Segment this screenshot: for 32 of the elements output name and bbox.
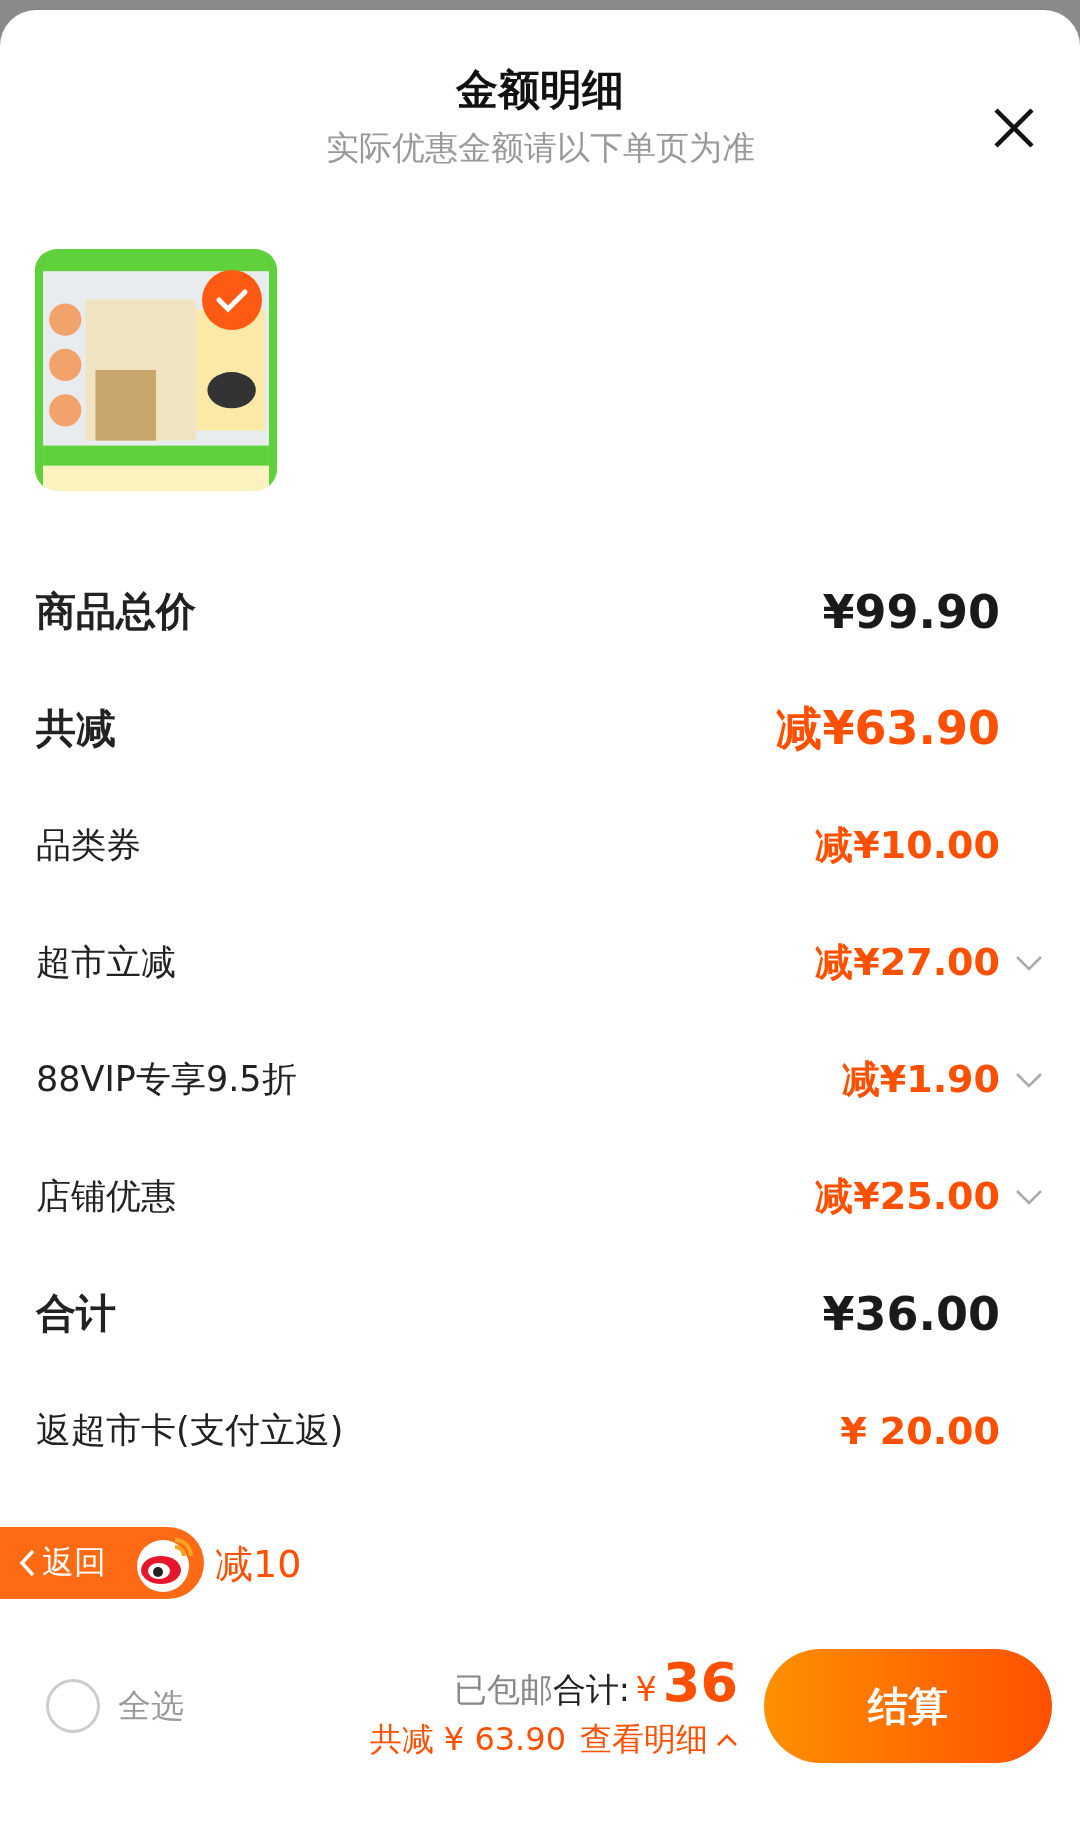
close-icon[interactable] [992,106,1036,150]
row-label: 超市立减 [36,941,177,984]
select-all-radio[interactable] [46,1679,100,1733]
row-label: 合计 [36,1289,117,1338]
row-label: 商品总价 [36,587,197,636]
discount-text: 共减 ¥ 63.90 [369,1718,566,1760]
row-amount: 减¥63.90 [776,699,1000,757]
caret-up-icon[interactable] [716,1732,738,1747]
row-amount: ¥36.00 [822,1286,1000,1341]
currency-sign: ¥ [635,1669,657,1709]
checkmark-icon[interactable] [201,269,263,331]
row-amount: 减¥1.90 [841,1056,1000,1103]
row-label: 店铺优惠 [36,1175,177,1218]
row-label: 品类券 [36,824,142,867]
row-label: 返超市卡(支付立返) [36,1409,345,1452]
row-label: 88VIP专享9.5折 [36,1058,298,1101]
total-amount: 36 [662,1650,738,1714]
row-amount: 减¥27.00 [815,939,1000,986]
checkout-button[interactable]: 结算 [764,1649,1052,1763]
total-label: 合计: [552,1668,630,1711]
shipping-label: 已包邮 [453,1668,553,1711]
details-link[interactable]: 查看明细 [580,1717,738,1762]
row-label: 共减 [36,704,117,753]
sheet-title: 金额明细 [456,64,624,116]
row-amount: ¥ 20.00 [840,1408,1000,1453]
row-amount: ¥99.90 [822,584,1000,639]
promo-text: 减10 [215,1541,303,1588]
sheet-subtitle: 实际优惠金额请以下单页为准 [325,127,755,169]
row-amount: 减¥25.00 [815,1173,1000,1220]
row-amount: 减¥10.00 [815,822,1000,869]
select-all-label[interactable]: 全选 [118,1683,370,1729]
chevron-left-icon[interactable] [18,1548,36,1578]
